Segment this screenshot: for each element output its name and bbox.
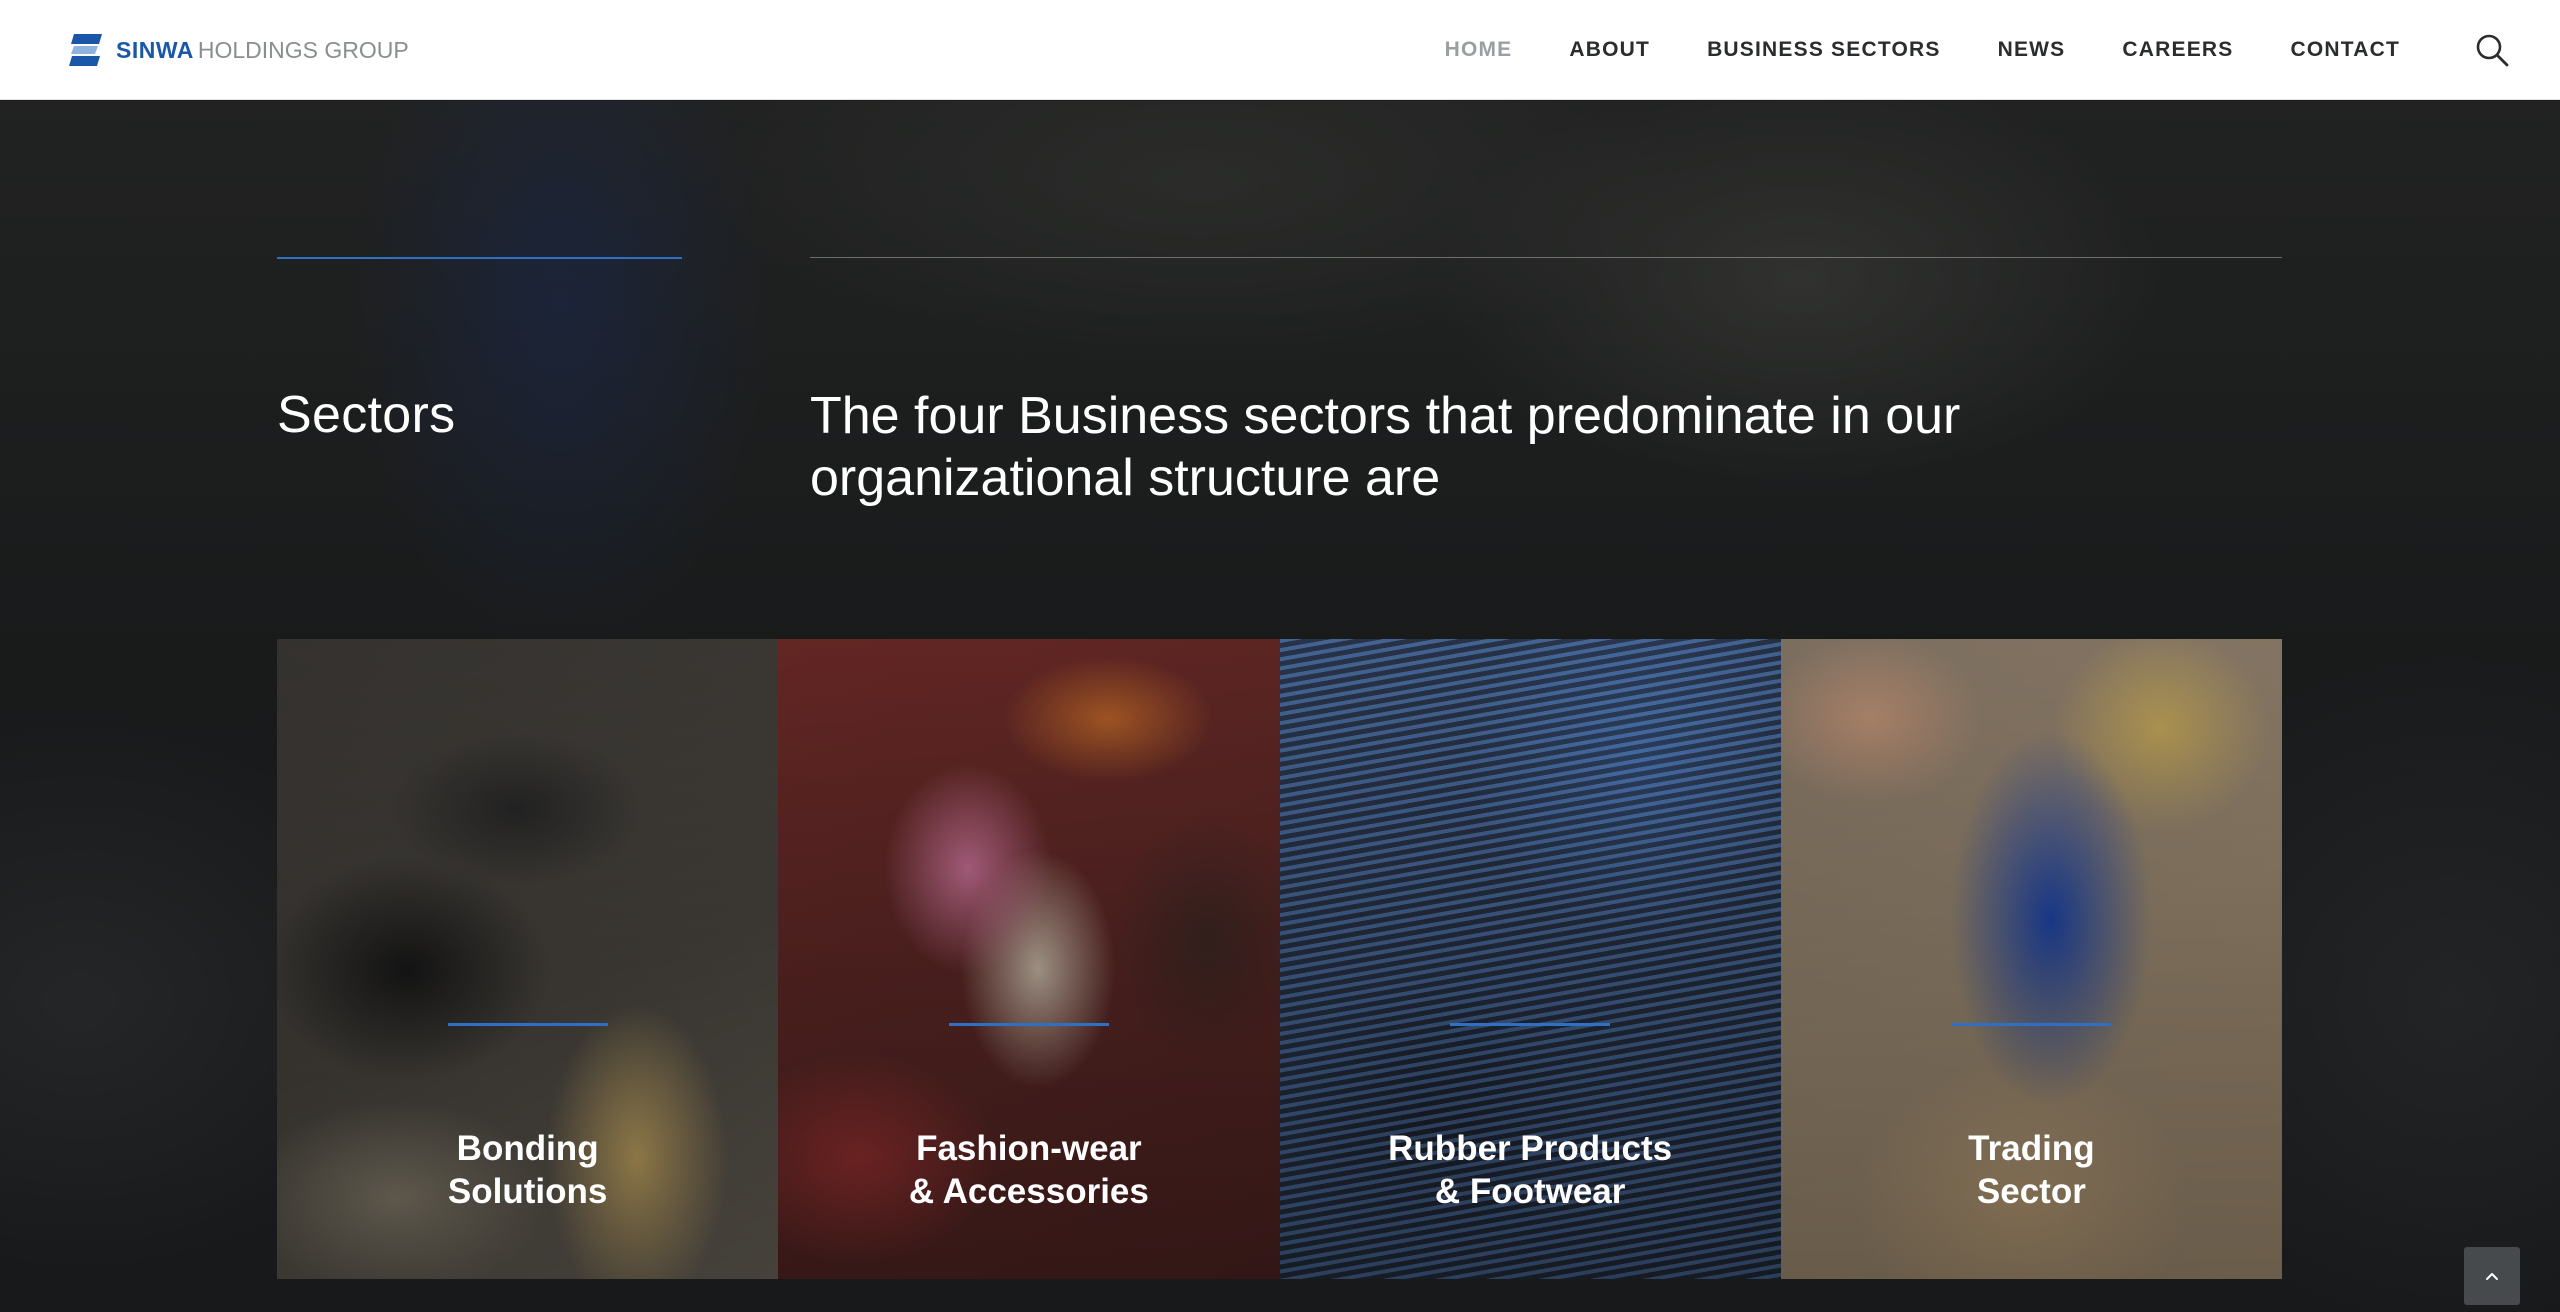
card-title-line1: Fashion-wear: [916, 1129, 1142, 1168]
card-title-line1: Rubber Products: [1388, 1129, 1673, 1168]
chevron-up-icon: [2486, 1273, 2498, 1280]
sector-card-fashion-wear[interactable]: Fashion-wear & Accessories: [778, 639, 1280, 1279]
sector-card-rubber-products[interactable]: Rubber Products & Footwear: [1279, 639, 1781, 1279]
card-title-line1: Trading: [1968, 1129, 2095, 1168]
brand-logo[interactable]: SINWA HOLDINGS GROUP: [68, 30, 409, 70]
sector-cards: Bonding Solutions Fashion-wear & Accesso…: [277, 639, 2282, 1279]
site-header: SINWA HOLDINGS GROUP HOME ABOUT BUSINESS…: [0, 0, 2560, 100]
accent-divider: [277, 257, 682, 259]
logo-mark-icon: [69, 34, 102, 66]
search-button[interactable]: [2474, 32, 2510, 68]
card-title-line2: & Accessories: [908, 1172, 1149, 1211]
card-title: Fashion-wear & Accessories: [778, 1127, 1279, 1213]
divider: [810, 257, 2282, 258]
brand-name-light: HOLDINGS GROUP: [197, 36, 409, 63]
sectors-section: Sectors The four Business sectors that p…: [0, 101, 2560, 1312]
main-nav: HOME ABOUT BUSINESS SECTORS NEWS CAREERS…: [1388, 0, 2400, 100]
card-accent-rule: [1450, 1023, 1611, 1026]
card-title: Bonding Solutions: [277, 1127, 778, 1213]
nav-item-about[interactable]: ABOUT: [1569, 38, 1650, 62]
card-title-line2: Solutions: [447, 1172, 608, 1211]
sector-card-bonding-solutions[interactable]: Bonding Solutions: [277, 639, 779, 1279]
back-to-top-button[interactable]: [2464, 1247, 2520, 1305]
section-description: The four Business sectors that predomina…: [810, 387, 1961, 507]
nav-item-news[interactable]: NEWS: [1998, 38, 2066, 62]
section-title: Sectors: [277, 386, 456, 444]
card-title-line2: & Footwear: [1434, 1172, 1626, 1211]
nav-item-contact[interactable]: CONTACT: [2291, 38, 2401, 62]
nav-item-home[interactable]: HOME: [1445, 38, 1513, 62]
card-accent-rule: [1951, 1023, 2112, 1026]
sector-card-trading[interactable]: Trading Sector: [1780, 639, 2282, 1279]
card-title: Trading Sector: [1781, 1127, 2282, 1213]
brand-name-bold: SINWA: [116, 36, 194, 63]
nav-item-careers[interactable]: CAREERS: [2122, 38, 2233, 62]
card-title-line1: Bonding: [456, 1129, 599, 1168]
nav-item-business-sectors[interactable]: BUSINESS SECTORS: [1707, 38, 1941, 62]
card-title-line2: Sector: [1976, 1172, 2086, 1211]
card-accent-rule: [447, 1023, 608, 1026]
search-icon: [2476, 34, 2509, 67]
card-title: Rubber Products & Footwear: [1280, 1127, 1781, 1213]
card-accent-rule: [948, 1023, 1109, 1026]
